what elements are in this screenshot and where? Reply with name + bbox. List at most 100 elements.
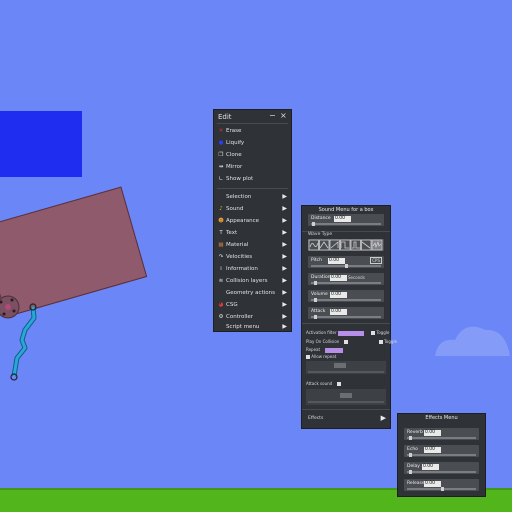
slider-track bbox=[311, 223, 381, 225]
menu-item-material[interactable]: ▦ Material ▶ bbox=[218, 240, 288, 250]
toggle-label: Toggle bbox=[376, 330, 390, 335]
menu-item-label: Erase bbox=[226, 128, 242, 134]
menu-item-label: Mirror bbox=[226, 164, 243, 170]
menu-item-label: Velocities bbox=[226, 254, 253, 260]
wave-buttons[interactable] bbox=[308, 239, 384, 251]
submenu-arrow-icon: ▶ bbox=[282, 323, 287, 330]
slider-knob[interactable] bbox=[312, 222, 315, 226]
volume-value-field[interactable]: 0.00 bbox=[330, 292, 347, 298]
slider-knob[interactable] bbox=[409, 436, 412, 440]
slider-knob[interactable] bbox=[409, 453, 412, 457]
activation-filter-field[interactable] bbox=[337, 330, 364, 336]
menu-item-label: Collision layers bbox=[226, 278, 268, 284]
echo-slider[interactable]: Echo 0.00 bbox=[404, 445, 479, 457]
release-slider[interactable]: Release 0.00 bbox=[404, 479, 479, 491]
slider-knob[interactable] bbox=[345, 264, 348, 268]
blue-box-object[interactable] bbox=[0, 111, 82, 177]
menu-item-label: CSG bbox=[226, 302, 238, 308]
menu-item-csg[interactable]: ◕ CSG ▶ bbox=[218, 300, 288, 310]
echo-value-field[interactable]: 0.00 bbox=[424, 447, 441, 453]
menu-item-text[interactable]: T Text ▶ bbox=[218, 228, 288, 238]
distance-value-field[interactable]: 0.00 bbox=[334, 216, 351, 222]
slider-track bbox=[407, 471, 476, 473]
menu-item-script-menu[interactable]: Script menu ▶ bbox=[218, 322, 288, 332]
effects-menu-title: Effects Menu bbox=[425, 415, 458, 421]
pitch-slider[interactable]: Pitch 0.00 CPS bbox=[308, 256, 384, 268]
menu-item-label: Selection bbox=[226, 194, 252, 200]
cloud bbox=[435, 326, 510, 356]
duration-value-field[interactable]: 0.00 bbox=[330, 275, 347, 281]
menu-item-appearance[interactable]: ☻ Appearance ▶ bbox=[218, 216, 288, 226]
allow-repeat-row: Allow repeat bbox=[306, 354, 336, 359]
allow-repeat-checkbox[interactable] bbox=[306, 355, 310, 359]
slider-knob[interactable] bbox=[440, 487, 444, 491]
clone-icon: ❐ bbox=[218, 152, 224, 158]
menu-item-liquify[interactable]: ● Liquify bbox=[218, 138, 288, 148]
menu-item-information[interactable]: i Information ▶ bbox=[218, 264, 288, 274]
minus-icon[interactable]: − bbox=[269, 111, 276, 120]
menu-item-geometry-actions[interactable]: Geometry actions ▶ bbox=[218, 288, 288, 298]
repeat-field[interactable] bbox=[325, 347, 344, 353]
menu-item-show-plot[interactable]: ∟ Show plot bbox=[218, 174, 288, 184]
divider bbox=[302, 409, 390, 410]
submenu-arrow-icon: ▶ bbox=[282, 301, 287, 308]
attack-sound-label: Attack sound bbox=[306, 381, 333, 386]
slider-knob[interactable] bbox=[314, 315, 318, 319]
wave-triangle-button[interactable] bbox=[319, 239, 330, 251]
distance-slider[interactable]: Distance 0.00 bbox=[308, 214, 384, 226]
repeat-row: Repeat bbox=[306, 347, 344, 353]
attack-value-field[interactable]: 0.00 bbox=[330, 309, 347, 315]
rope-chain[interactable] bbox=[0, 290, 50, 385]
divider bbox=[302, 323, 390, 324]
slider-label: Pitch bbox=[311, 258, 322, 263]
menu-item-collision-layers[interactable]: ≋ Collision layers ▶ bbox=[218, 276, 288, 286]
disabled-track bbox=[308, 401, 384, 403]
toggle-checkbox[interactable] bbox=[371, 331, 376, 335]
divider bbox=[217, 188, 288, 189]
delay-slider[interactable]: Delay 0.00 bbox=[404, 462, 479, 474]
menu-item-sound[interactable]: ♪ Sound ▶ bbox=[218, 204, 288, 214]
toggle-checkbox[interactable] bbox=[378, 340, 383, 344]
menu-item-mirror[interactable]: ⇹ Mirror bbox=[218, 162, 288, 172]
appearance-icon: ☻ bbox=[218, 218, 224, 224]
attack-slider[interactable]: Attack 0.00 bbox=[308, 307, 384, 319]
attack-sound-checkbox[interactable] bbox=[337, 382, 342, 386]
toggle-label: Toggle bbox=[384, 339, 398, 344]
submenu-arrow-icon: ▶ bbox=[282, 205, 287, 212]
edit-menu-title: Edit bbox=[218, 113, 232, 121]
pitch-value-field[interactable]: 0.00 bbox=[328, 258, 345, 264]
delay-value-field[interactable]: 0.00 bbox=[422, 464, 439, 470]
slider-track bbox=[407, 437, 476, 439]
wave-type-selector[interactable] bbox=[308, 239, 384, 251]
activation-filter-label: Activation filter bbox=[306, 330, 337, 335]
play-on-collision-checkbox[interactable] bbox=[343, 340, 348, 344]
text-icon: T bbox=[219, 230, 223, 236]
submenu-arrow-icon[interactable]: ▶ bbox=[381, 414, 386, 422]
menu-item-clone[interactable]: ❐ Clone bbox=[218, 150, 288, 160]
reverb-slider[interactable]: Reverb 0.00 bbox=[404, 428, 479, 440]
submenu-arrow-icon: ▶ bbox=[282, 313, 287, 320]
menu-item-label: Controller bbox=[226, 314, 254, 320]
slider-knob[interactable] bbox=[314, 281, 318, 285]
csg-icon: ◕ bbox=[218, 302, 224, 308]
attack-sound-settings-disabled bbox=[306, 389, 386, 405]
duration-slider[interactable]: Duration 0.00 Seconds bbox=[308, 273, 384, 285]
menu-item-selection[interactable]: Selection ▶ bbox=[218, 192, 288, 202]
menu-item-velocities[interactable]: ↷ Velocities ▶ bbox=[218, 252, 288, 262]
slider-knob[interactable] bbox=[409, 470, 412, 474]
repeat-label: Repeat bbox=[306, 347, 321, 352]
activation-filter-row: Activation filter Toggle bbox=[306, 330, 389, 336]
submenu-arrow-icon: ▶ bbox=[282, 289, 287, 296]
close-icon[interactable]: × bbox=[280, 111, 287, 120]
slider-knob[interactable] bbox=[314, 298, 318, 302]
release-value-field[interactable]: 0.00 bbox=[424, 481, 441, 487]
volume-slider[interactable]: Volume 0.00 bbox=[308, 290, 384, 302]
sound-menu: Sound Menu for a box Distance 0.00 Wave … bbox=[301, 205, 397, 429]
slider-track bbox=[311, 299, 381, 301]
reverb-value-field[interactable]: 0.00 bbox=[424, 430, 441, 436]
x-icon: ✕ bbox=[218, 128, 224, 134]
effects-menu-item[interactable]: Effects bbox=[308, 416, 323, 421]
menu-item-label: Script menu bbox=[226, 324, 260, 330]
menu-item-erase[interactable]: ✕ Erase bbox=[218, 126, 288, 136]
menu-item-controller[interactable]: ⚙ Controller ▶ bbox=[218, 312, 288, 322]
